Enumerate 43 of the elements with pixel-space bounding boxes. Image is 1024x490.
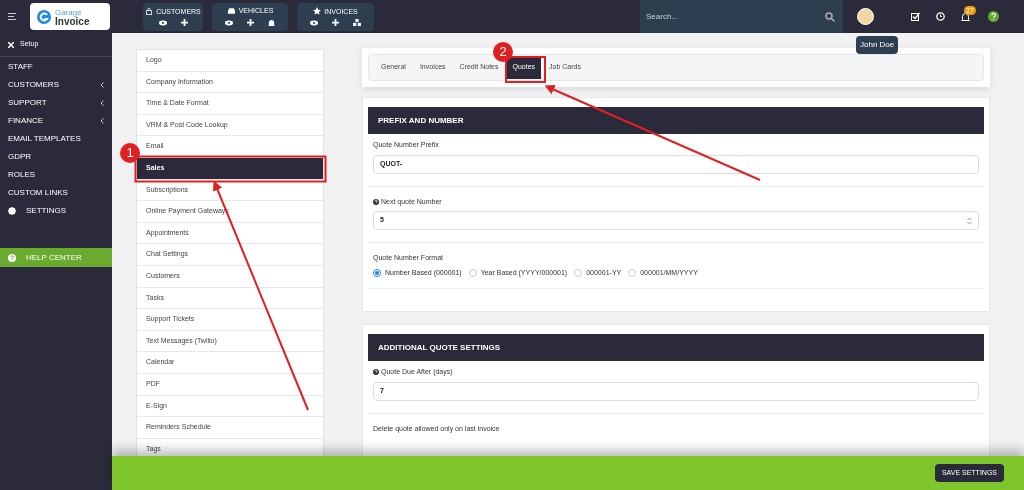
step-marker: 2 — [493, 42, 513, 62]
bell-icon[interactable] — [268, 18, 275, 27]
lock-icon — [145, 7, 154, 15]
help-icon — [8, 253, 16, 262]
highlight-box — [505, 56, 546, 83]
gear-icon — [8, 207, 16, 215]
logo: Garage Invoice — [30, 3, 110, 30]
sidebar-item[interactable]: SETTINGS — [0, 202, 112, 220]
plus-icon[interactable] — [180, 19, 188, 26]
plus-icon[interactable] — [247, 19, 254, 26]
search-icon[interactable] — [825, 12, 835, 22]
step-marker: 1 — [120, 143, 140, 163]
chevron-left-icon — [100, 100, 104, 106]
avatar[interactable] — [857, 8, 874, 25]
tooltip: John Doe — [856, 36, 899, 54]
eye-icon[interactable] — [225, 19, 233, 26]
clock-icon[interactable] — [936, 12, 945, 21]
sidebar-item[interactable]: EMAIL TEMPLATES — [0, 130, 112, 148]
menu-icon[interactable] — [8, 13, 16, 20]
close-icon[interactable] — [8, 41, 14, 48]
sidebar-item[interactable]: CUSTOM LINKS — [0, 184, 112, 202]
sidebar-item[interactable]: ROLES — [0, 166, 112, 184]
section-header: ADDITIONAL QUOTE SETTINGS — [368, 334, 984, 361]
sidebar-item[interactable]: SUPPORT — [0, 94, 112, 112]
cubes-icon[interactable] — [353, 19, 361, 26]
eye-icon[interactable] — [158, 19, 167, 26]
sidebar-item[interactable]: CUSTOMERS — [0, 76, 112, 94]
bell-icon[interactable] — [961, 11, 970, 22]
eye-icon[interactable] — [310, 19, 318, 26]
plus-icon[interactable] — [332, 19, 339, 26]
car-icon — [226, 6, 236, 15]
checkbox-icon[interactable] — [911, 12, 920, 21]
section-header: PREFIX AND NUMBER — [368, 107, 984, 134]
help-icon — [373, 369, 379, 376]
sidebar-item[interactable]: FINANCE — [0, 112, 112, 130]
chevron-left-icon — [100, 118, 104, 124]
help-icon[interactable] — [988, 11, 999, 22]
sidebar-item[interactable]: GDPR — [0, 148, 112, 166]
search-field[interactable]: Search... — [640, 0, 843, 33]
chevron-left-icon — [100, 82, 104, 88]
sidebar-item[interactable]: STAFF — [0, 58, 112, 76]
help-icon — [373, 198, 379, 205]
star-icon — [313, 7, 322, 15]
